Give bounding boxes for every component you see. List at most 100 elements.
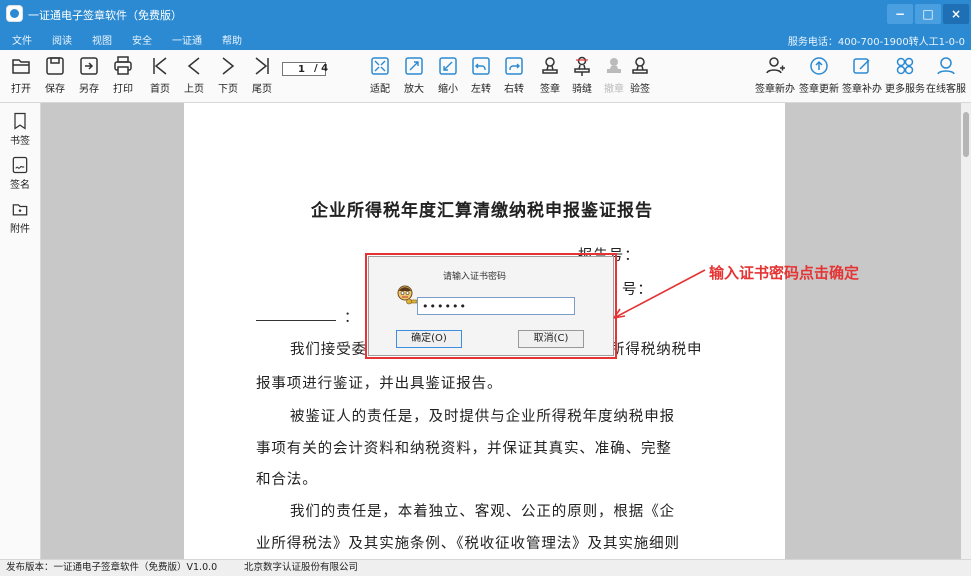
zoom-in-button[interactable]: 放大 [397,54,431,95]
rotate-right-button[interactable]: 右转 [497,54,531,95]
title-bar: 一证通电子签章软件（免费版） − □ × [0,0,971,28]
reissue-seal-icon [853,58,870,74]
close-button[interactable]: × [943,4,969,24]
verify-label: 验签 [630,84,650,95]
vertical-scrollbar[interactable] [961,103,971,559]
bookmark-label: 书签 [10,136,30,147]
window-title: 一证通电子签章软件（免费版） [28,9,182,22]
online-support-button[interactable]: 在线客服 [926,54,966,95]
new-seal-icon [766,57,785,74]
menu-yizhengtong[interactable]: 一证通 [172,32,202,47]
menu-security[interactable]: 安全 [132,32,152,47]
update-seal-label: 签章更新 [799,84,839,95]
print-icon [114,56,132,75]
more-services-icon [896,57,914,75]
print-label: 打印 [113,84,133,95]
first-page-button[interactable]: 首页 [143,54,177,95]
scrollbar-thumb[interactable] [963,112,969,157]
zoom-out-button[interactable]: 缩小 [431,54,465,95]
app-logo-icon [6,5,23,22]
prev-page-icon [187,57,200,75]
folder-open-icon [12,59,30,74]
save-as-button[interactable]: 另存 [72,54,106,95]
prev-page-label: 上页 [184,84,204,95]
attachment-button[interactable]: 附件 [5,199,35,235]
colon-text: ： [344,310,360,326]
prev-page-button[interactable]: 上页 [177,54,211,95]
first-page-label: 首页 [150,84,170,95]
rotate-left-label: 左转 [471,84,491,95]
next-page-button[interactable]: 下页 [211,54,245,95]
fit-button[interactable]: 适配 [363,54,397,95]
status-company: 北京数字认证股份有限公司 [244,562,359,573]
service-phone: 服务电话：400-700-1900转人工1-0-0 [787,37,965,48]
window-controls: − □ × [887,0,971,28]
page-total: / 4 [314,63,329,74]
next-page-icon [222,57,235,75]
last-page-button[interactable]: 尾页 [245,54,279,95]
doc-line-2: 报事项进行鉴证，并出具鉴证报告。 [256,376,503,392]
blank-underline [256,320,336,321]
doc-line-5: 和合法。 [256,472,318,488]
last-page-label: 尾页 [252,84,272,95]
bookmark-button[interactable]: 书签 [5,111,35,147]
zoom-out-icon [439,57,457,75]
rotate-left-button[interactable]: 左转 [464,54,498,95]
left-panel: 书签 签名 附件 [0,103,41,559]
save-button[interactable]: 保存 [38,54,72,95]
new-seal-label: 签章新办 [755,84,795,95]
highlight-box [365,253,617,359]
seam-stamp-label: 骑缝 [572,84,592,95]
menu-help[interactable]: 帮助 [222,32,242,47]
next-page-label: 下页 [218,84,238,95]
zoom-in-icon [405,57,423,75]
doc-line-3: 被鉴证人的责任是，及时提供与企业所得税年度纳税申报 [290,409,675,425]
verify-button[interactable]: 验签 [623,54,657,95]
open-button[interactable]: 打开 [4,54,38,95]
zoom-out-label: 缩小 [438,84,458,95]
seam-stamp-button[interactable]: 骑缝 [565,54,599,95]
online-support-icon [937,57,955,75]
more-services-button[interactable]: 更多服务 [885,54,925,95]
menu-file[interactable]: 文件 [12,32,32,47]
new-seal-button[interactable]: 签章新办 [755,54,795,95]
save-as-label: 另存 [79,84,99,95]
stamp-button[interactable]: 签章 [533,54,567,95]
fit-label: 适配 [370,84,390,95]
para1-end: 所得税纳税申 [610,342,703,358]
print-button[interactable]: 打印 [106,54,140,95]
bookmark-icon [14,112,26,130]
verify-icon [632,57,648,74]
attachment-icon [12,204,28,216]
signature-button[interactable]: 签名 [5,155,35,191]
attachment-label: 附件 [10,224,30,235]
para1-start: 我们接受委 [290,342,367,358]
minimize-button[interactable]: − [887,4,913,24]
menu-bar: 文件 阅读 视图 安全 一证通 帮助 服务电话：400-700-1900转人工1… [0,28,971,50]
status-version: 发布版本：一证通电子签章软件（免费版）V1.0.0 [6,562,218,573]
reissue-seal-button[interactable]: 签章补办 [842,54,882,95]
rotate-right-icon [505,57,523,75]
save-as-icon [80,57,98,75]
menu-read[interactable]: 阅读 [52,32,72,47]
status-bar: 发布版本：一证通电子签章软件（免费版）V1.0.0 北京数字认证股份有限公司 [0,559,971,576]
menu-view[interactable]: 视图 [92,32,112,47]
stamp-icon [542,57,558,74]
maximize-button[interactable]: □ [915,4,941,24]
document-title: 企业所得税年度汇算清缴纳税申报鉴证报告 [311,201,653,221]
update-seal-button[interactable]: 签章更新 [799,54,839,95]
fit-icon [371,57,389,75]
stamp-label: 签章 [540,84,560,95]
first-page-icon [153,57,167,75]
signature-icon [12,156,28,174]
last-page-icon [255,57,269,75]
seam-stamp-icon [574,56,590,76]
save-icon [46,57,64,75]
update-seal-icon [810,57,828,75]
doc-line-6: 我们的责任是，本着独立、客观、公正的原则，根据《企 [290,504,675,520]
more-services-label: 更多服务 [885,84,925,95]
rotate-right-label: 右转 [504,84,524,95]
open-label: 打开 [11,84,31,95]
save-label: 保存 [45,84,65,95]
toolbar: 打开 保存 另存 打印 首页 上页 下页 尾页 1 / 4 适配 放大 缩小 左… [0,50,971,103]
